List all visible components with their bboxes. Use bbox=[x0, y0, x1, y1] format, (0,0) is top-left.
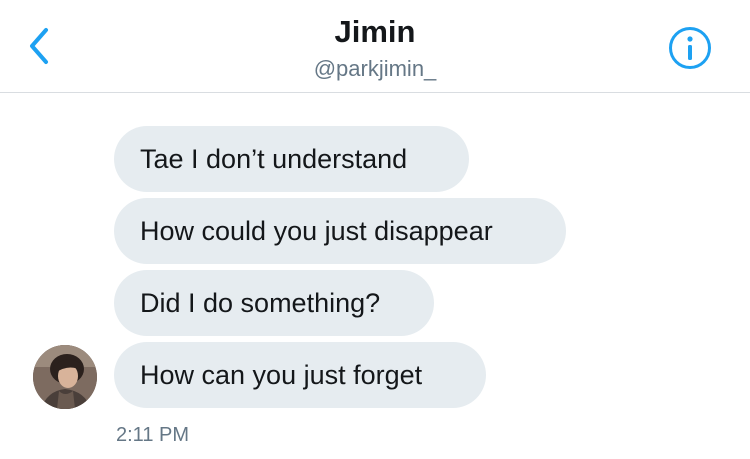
message-bubble[interactable]: Did I do something? bbox=[114, 270, 434, 336]
conversation-title-block: Jimin @parkjimin_ bbox=[0, 12, 750, 84]
avatar[interactable] bbox=[33, 345, 97, 409]
avatar-image bbox=[33, 345, 97, 409]
message-bubble[interactable]: Tae I don’t understand bbox=[114, 126, 469, 192]
message-timestamp: 2:11 PM bbox=[116, 424, 189, 446]
conversation-header: Jimin @parkjimin_ bbox=[0, 0, 750, 93]
conversation-title[interactable]: Jimin bbox=[0, 12, 750, 52]
info-button[interactable] bbox=[668, 26, 712, 70]
message-bubble[interactable]: How can you just forget bbox=[114, 342, 486, 408]
message-bubble[interactable]: How could you just disappear bbox=[114, 198, 566, 264]
info-icon bbox=[669, 27, 711, 69]
conversation-handle: @parkjimin_ bbox=[313, 56, 437, 81]
